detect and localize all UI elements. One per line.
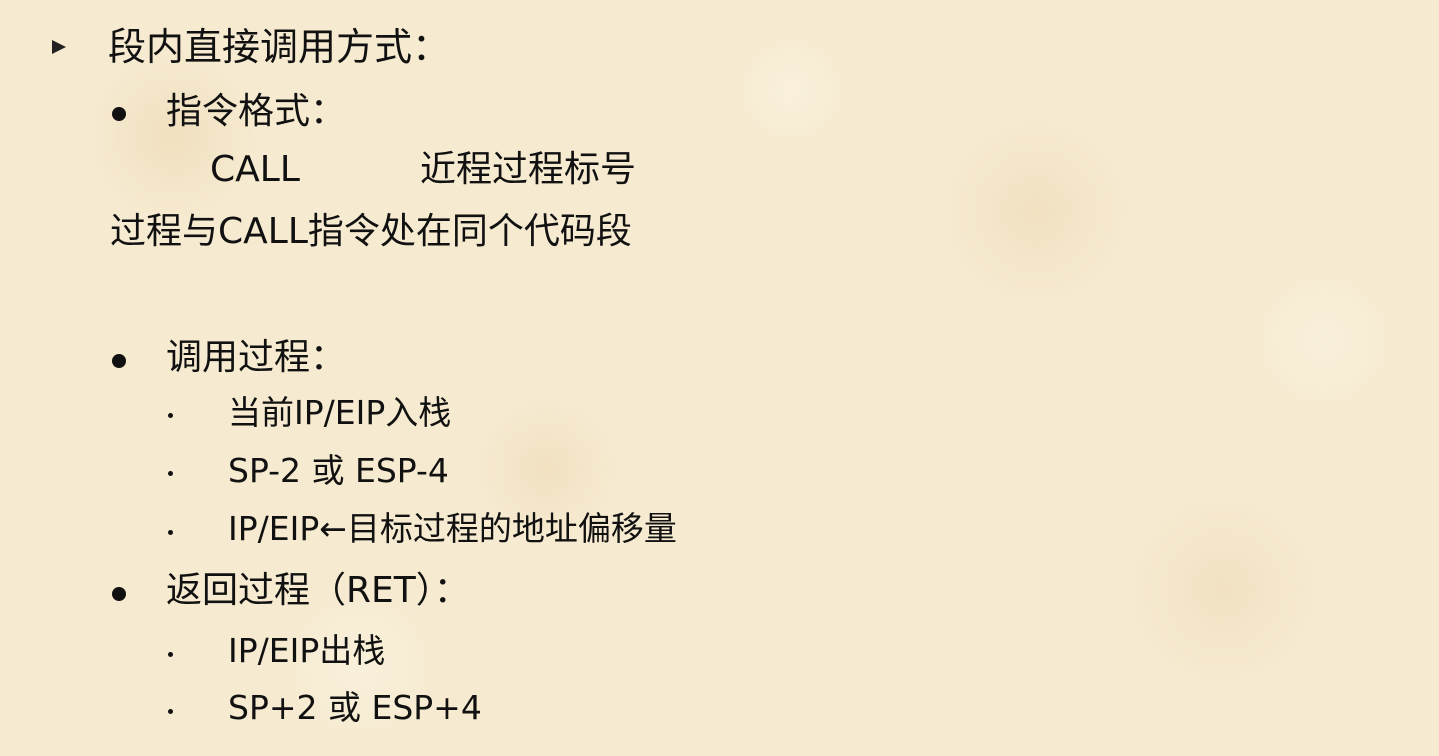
return-step: IP/EIP出栈 [228, 631, 386, 670]
bullet-dot-icon [112, 354, 126, 368]
return-process-label: 返回过程（RET）： [166, 570, 470, 611]
format-note: 过程与CALL指令处在同个代码段 [110, 211, 632, 252]
call-instruction: CALL [210, 149, 300, 190]
sub-bullet-icon [168, 471, 173, 476]
slide-heading: 段内直接调用方式： [108, 25, 451, 69]
format-label: 指令格式： [166, 91, 347, 132]
arrow-bullet-icon [52, 40, 66, 54]
bullet-dot-icon [112, 587, 126, 601]
call-process-label: 调用过程： [166, 337, 347, 378]
return-step: SP+2 或 ESP+4 [228, 688, 482, 727]
call-step: 当前IP/EIP入栈 [228, 393, 452, 432]
sub-bullet-icon [168, 413, 173, 418]
slide: 段内直接调用方式： 指令格式： CALL 近程过程标号 过程与CALL指令处在同… [0, 0, 1439, 756]
bullet-dot-icon [112, 107, 126, 121]
sub-bullet-icon [168, 652, 173, 657]
sub-bullet-icon [168, 709, 173, 714]
call-step: SP-2 或 ESP-4 [228, 451, 449, 490]
call-step: IP/EIP←目标过程的地址偏移量 [228, 509, 677, 548]
call-operand: 近程过程标号 [420, 149, 637, 190]
sub-bullet-icon [168, 530, 173, 535]
